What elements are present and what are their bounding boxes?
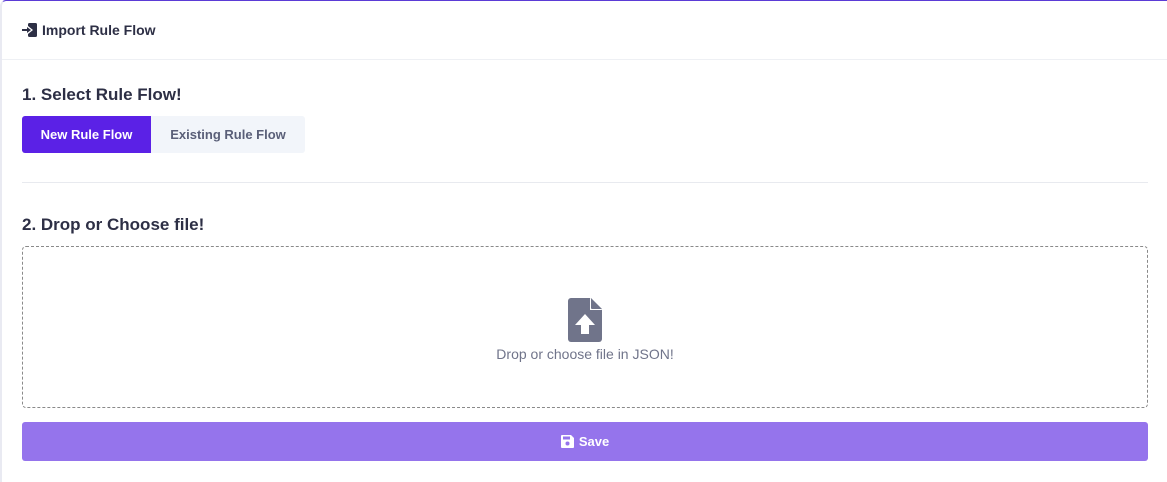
file-upload-icon <box>568 298 602 342</box>
card-header: Import Rule Flow <box>2 1 1167 60</box>
import-icon <box>22 22 38 38</box>
dropzone-label: Drop or choose file in JSON! <box>496 346 674 362</box>
existing-rule-flow-button[interactable]: Existing Rule Flow <box>151 116 305 153</box>
import-rule-flow-card: Import Rule Flow 1. Select Rule Flow! Ne… <box>0 0 1167 482</box>
section-select-rule-flow-title: 1. Select Rule Flow! <box>22 85 182 104</box>
section-divider <box>22 182 1148 183</box>
save-button-label: Save <box>578 434 610 449</box>
page-title: Import Rule Flow <box>42 22 156 38</box>
file-dropzone[interactable]: Drop or choose file in JSON! <box>22 246 1148 408</box>
rule-flow-toggle: New Rule Flow Existing Rule Flow <box>22 116 305 153</box>
new-rule-flow-button[interactable]: New Rule Flow <box>22 116 151 153</box>
section-choose-file-title: 2. Drop or Choose file! <box>22 215 205 234</box>
floppy-disk-icon <box>560 435 574 448</box>
save-button[interactable]: Save <box>22 422 1148 461</box>
